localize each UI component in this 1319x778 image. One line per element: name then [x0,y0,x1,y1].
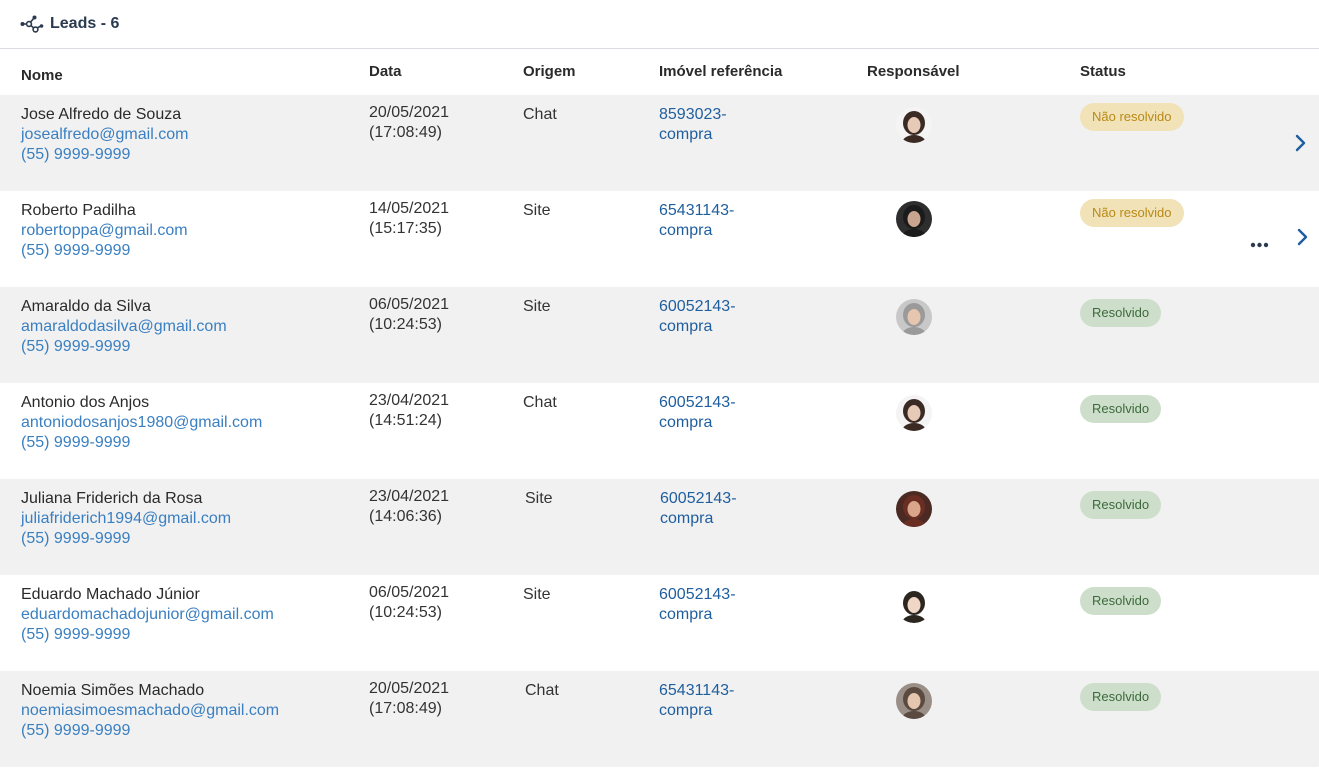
status-badge: Resolvido [1080,395,1162,423]
column-header-status[interactable]: Status [1080,63,1126,80]
lead-date: 06/05/2021 [369,296,450,313]
status-badge: Resolvido [1080,683,1162,711]
lead-phone-link[interactable]: (55) 9999-9999 [21,625,130,645]
lead-origin: Chat [523,394,557,411]
avatar[interactable] [896,395,932,431]
property-ref-link[interactable]: 8593023- [659,105,727,125]
table-row[interactable]: Juliana Friderich da Rosa juliafriderich1… [0,479,1319,575]
table-row[interactable]: Roberto Padilha robertoppa@gmail.com (55) … [0,191,1319,287]
property-ref-link[interactable]: 60052143- [660,489,737,509]
lead-email-link[interactable]: josealfredo@gmail.com [21,125,188,145]
table-row[interactable]: Noemia Simões Machado noemiasimoesmachado… [0,671,1319,767]
chevron-right-icon[interactable] [1294,133,1308,153]
lead-name: Eduardo Machado Júnior [21,586,200,603]
status-badge: Não resolvido [1080,103,1184,131]
lead-name: Amaraldo da Silva [21,298,151,315]
table-row[interactable]: Eduardo Machado Júnior eduardomachadojuni… [0,575,1319,671]
lead-origin: Site [523,586,551,603]
avatar[interactable] [896,683,932,719]
lead-email-link[interactable]: antoniodosanjos1980@gmail.com [21,413,262,433]
avatar[interactable] [896,201,932,237]
panel-header: Leads - 6 [0,0,1319,49]
table-row[interactable]: Antonio dos Anjos antoniodosanjos1980@gma… [0,383,1319,479]
property-ref-link-suffix[interactable]: compra [659,125,712,145]
leads-panel: Leads - 6 Nome Data Origem Imóvel referê… [0,0,1319,778]
network-nodes-icon [20,14,44,34]
lead-date: 20/05/2021 [369,104,450,121]
property-ref-link-suffix[interactable]: compra [659,221,712,241]
property-ref-link[interactable]: 60052143- [659,585,736,605]
lead-origin: Site [525,490,553,507]
lead-origin: Chat [523,106,557,123]
lead-phone-link[interactable]: (55) 9999-9999 [21,145,130,165]
lead-time: (17:08:49) [369,700,442,717]
property-ref-link-suffix[interactable]: compra [659,701,712,721]
lead-name: Antonio dos Anjos [21,394,150,411]
avatar[interactable] [896,491,932,527]
lead-date: 23/04/2021 [369,392,450,409]
more-options-icon[interactable] [1250,235,1270,248]
lead-email-link[interactable]: amaraldodasilva@gmail.com [21,317,227,337]
lead-email-link[interactable]: eduardomachadojunior@gmail.com [21,605,274,625]
lead-name: Roberto Padilha [21,202,136,219]
avatar[interactable] [896,299,932,335]
table-body: Jose Alfredo de Souza josealfredo@gmail.c… [0,95,1319,767]
table-row[interactable]: Jose Alfredo de Souza josealfredo@gmail.c… [0,95,1319,191]
lead-phone-link[interactable]: (55) 9999-9999 [21,337,130,357]
lead-name: Juliana Friderich da Rosa [21,490,203,507]
status-badge: Resolvido [1080,299,1162,327]
lead-email-link[interactable]: noemiasimoesmachado@gmail.com [21,701,279,721]
lead-phone-link[interactable]: (55) 9999-9999 [21,721,130,741]
lead-time: (14:51:24) [369,412,442,429]
lead-phone-link[interactable]: (55) 9999-9999 [21,529,130,549]
property-ref-link[interactable]: 65431143- [659,201,734,221]
status-badge: Resolvido [1080,491,1162,519]
lead-name: Jose Alfredo de Souza [21,106,182,123]
property-ref-link[interactable]: 60052143- [659,297,736,317]
lead-origin: Chat [525,682,559,699]
column-header-nome[interactable]: Nome [21,67,63,84]
lead-email-link[interactable]: juliafriderich1994@gmail.com [21,509,231,529]
lead-time: (15:17:35) [369,220,442,237]
lead-time: (10:24:53) [369,316,442,333]
lead-phone-link[interactable]: (55) 9999-9999 [21,433,130,453]
lead-date: 14/05/2021 [369,200,450,217]
table-header: Nome Data Origem Imóvel referência Respo… [0,49,1319,95]
lead-email-link[interactable]: robertoppa@gmail.com [21,221,188,241]
status-badge: Resolvido [1080,587,1162,615]
lead-date: 06/05/2021 [369,584,450,601]
property-ref-link-suffix[interactable]: compra [660,509,713,529]
lead-origin: Site [523,202,551,219]
lead-phone-link[interactable]: (55) 9999-9999 [21,241,130,261]
column-header-origem[interactable]: Origem [523,63,576,80]
property-ref-link-suffix[interactable]: compra [659,317,712,337]
page-title: Leads - 6 [50,15,120,32]
lead-origin: Site [523,298,551,315]
column-header-data[interactable]: Data [369,63,402,80]
column-header-imovel[interactable]: Imóvel referência [659,63,782,80]
status-badge: Não resolvido [1080,199,1184,227]
avatar[interactable] [896,587,932,623]
column-header-responsavel[interactable]: Responsável [867,63,960,80]
lead-date: 20/05/2021 [369,680,450,697]
property-ref-link[interactable]: 65431143- [659,681,734,701]
table-row[interactable]: Amaraldo da Silva amaraldodasilva@gmail.c… [0,287,1319,383]
avatar[interactable] [896,107,932,143]
property-ref-link-suffix[interactable]: compra [659,413,712,433]
lead-time: (14:06:36) [369,508,442,525]
lead-date: 23/04/2021 [369,488,450,505]
lead-name: Noemia Simões Machado [21,682,205,699]
lead-time: (17:08:49) [369,124,442,141]
property-ref-link-suffix[interactable]: compra [659,605,712,625]
lead-time: (10:24:53) [369,604,442,621]
property-ref-link[interactable]: 60052143- [659,393,736,413]
chevron-right-icon[interactable] [1296,227,1310,247]
